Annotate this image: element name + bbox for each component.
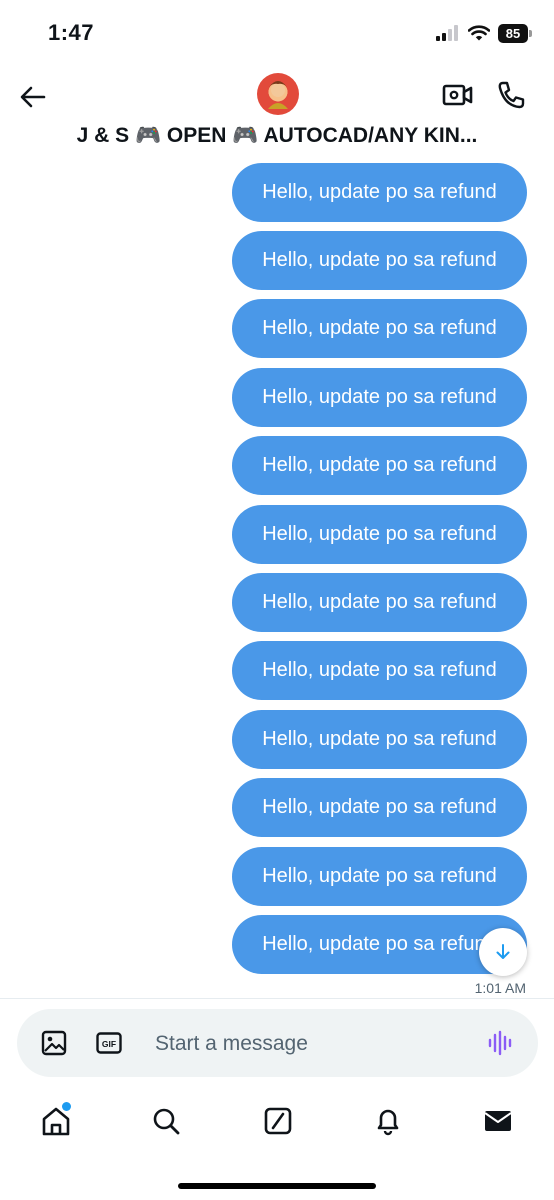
notification-dot xyxy=(62,1102,71,1111)
composer-divider xyxy=(0,998,554,999)
image-icon xyxy=(41,1030,67,1056)
status-icons: 85 xyxy=(436,22,532,44)
gif-icon: GIF xyxy=(96,1032,122,1054)
tab-search[interactable] xyxy=(150,1104,182,1138)
message-bubble[interactable]: Hello, update po sa refund xyxy=(232,163,527,222)
tab-grok[interactable] xyxy=(262,1104,294,1138)
message-input[interactable] xyxy=(153,1023,477,1065)
video-camera-icon xyxy=(442,84,473,106)
voice-message-button[interactable] xyxy=(487,1029,515,1057)
conversation-title[interactable]: J & S 🎮 OPEN 🎮 AUTOCAD/ANY KIN... xyxy=(20,124,534,148)
message-bubble[interactable]: Hello, update po sa refund xyxy=(232,299,527,358)
status-time: 1:47 xyxy=(48,20,95,45)
tab-messages[interactable] xyxy=(482,1104,514,1138)
bottom-tab-bar xyxy=(0,1090,554,1156)
tab-notifications[interactable] xyxy=(372,1104,404,1138)
conversation-header: J & S 🎮 OPEN 🎮 AUTOCAD/ANY KIN... xyxy=(0,64,554,160)
phone-call-button[interactable] xyxy=(494,78,528,112)
scroll-to-bottom-button[interactable] xyxy=(479,928,527,976)
message-bubble[interactable]: Hello, update po sa refund xyxy=(232,641,527,700)
status-bar: 1:47 85 xyxy=(0,0,554,64)
message-bubble[interactable]: Hello, update po sa refund xyxy=(232,710,527,769)
message-bubble[interactable]: Hello, update po sa refund xyxy=(232,505,527,564)
message-bubble[interactable]: Hello, update po sa refund xyxy=(232,847,527,906)
home-indicator xyxy=(178,1183,376,1189)
video-call-button[interactable] xyxy=(440,78,476,112)
phone-icon xyxy=(498,81,525,109)
gif-button[interactable]: GIF xyxy=(95,1029,123,1057)
battery-cap xyxy=(529,29,532,37)
search-icon xyxy=(153,1108,180,1135)
message-bubble[interactable]: Hello, update po sa refund xyxy=(232,436,527,495)
message-timestamp: 1:01 AM xyxy=(474,980,526,996)
mail-icon xyxy=(484,1111,512,1131)
battery-indicator: 85 xyxy=(498,23,532,43)
gif-label: GIF xyxy=(102,1039,116,1049)
bell-icon xyxy=(377,1109,399,1136)
message-bubble[interactable]: Hello, update po sa refund xyxy=(232,573,527,632)
message-composer: GIF xyxy=(17,1009,538,1077)
voice-wave-icon xyxy=(488,1030,512,1056)
wifi-icon xyxy=(468,25,490,41)
arrow-left-icon xyxy=(20,86,46,108)
message-bubble[interactable]: Hello, update po sa refund xyxy=(232,368,527,427)
message-list[interactable]: Hello, update po sa refund Hello, update… xyxy=(0,160,554,1000)
avatar-figure-icon xyxy=(268,81,288,109)
add-image-button[interactable] xyxy=(40,1029,68,1057)
message-bubble[interactable]: Hello, update po sa refund xyxy=(232,231,527,290)
cellular-signal-icon xyxy=(436,25,458,41)
message-bubble[interactable]: Hello, update po sa refund xyxy=(232,778,527,837)
arrow-down-icon xyxy=(496,944,510,959)
back-button[interactable] xyxy=(16,80,50,114)
avatar[interactable] xyxy=(257,73,299,115)
grok-icon xyxy=(264,1107,292,1135)
battery-level: 85 xyxy=(498,23,528,43)
